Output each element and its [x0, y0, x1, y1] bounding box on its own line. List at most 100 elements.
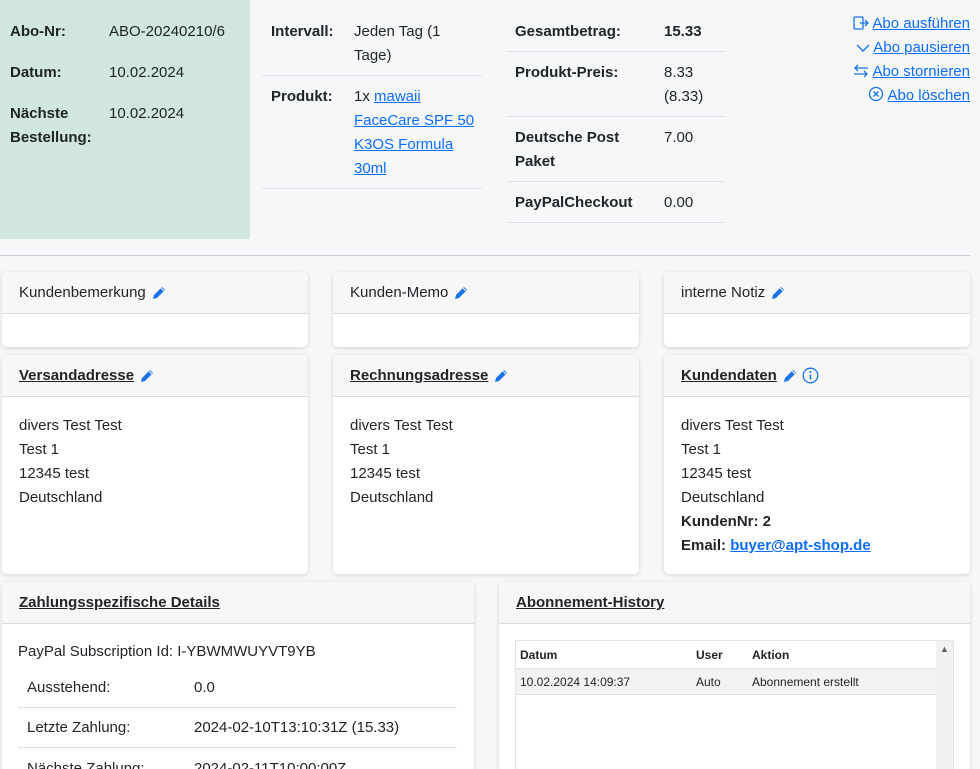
close-circle-icon: [869, 86, 884, 102]
payment-row-value: 2024-02-10T13:10:31Z (15.33): [194, 719, 400, 736]
produkt-label: Produkt:: [271, 88, 333, 105]
pause-subscription-label: Abo pausieren: [873, 39, 970, 56]
next-order-label-line2: Bestellung:: [10, 129, 92, 146]
customer-memo-title: Kunden-Memo: [350, 284, 449, 301]
customer-country: Deutschland: [681, 489, 765, 506]
pencil-icon[interactable]: [770, 285, 786, 301]
column-header-datum[interactable]: Datum: [520, 648, 696, 662]
subscription-history-card: Abonnement-History Datum User Aktion 10.…: [499, 582, 970, 769]
internal-note-title: interne Notiz: [681, 284, 766, 301]
subscription-id-value: I-YBWMWUYVT9YB: [177, 643, 316, 660]
scroll-up-arrow-icon[interactable]: ▲: [936, 641, 953, 658]
produkt-qty: 1x: [354, 88, 370, 105]
payment-details-title: Zahlungsspezifische Details: [19, 594, 220, 611]
pause-subscription-link[interactable]: Abo pausieren: [853, 36, 970, 60]
column-header-user[interactable]: User: [696, 648, 752, 662]
pencil-icon[interactable]: [151, 285, 167, 301]
info-icon[interactable]: [802, 367, 819, 384]
preis-line1: 8.33: [664, 64, 694, 81]
section-divider: [0, 255, 970, 256]
shipping-address-title[interactable]: Versandadresse: [19, 367, 134, 384]
versand-value: 7.00: [664, 129, 694, 146]
product-link-line2[interactable]: FaceCare SPF 50: [354, 112, 474, 129]
address-street: Test 1: [350, 441, 391, 458]
card-header: Rechnungsadresse: [333, 355, 639, 397]
history-datum: 10.02.2024 14:09:37: [520, 674, 631, 689]
preis-line2: (8.33): [664, 88, 704, 105]
address-country: Deutschland: [350, 489, 434, 506]
customer-remark-card: Kundenbemerkung: [2, 272, 308, 347]
delete-subscription-link[interactable]: Abo löschen: [853, 84, 970, 108]
pencil-icon[interactable]: [493, 368, 509, 384]
customer-data-card: Kundendaten divers Test Test Test 1 1234…: [664, 355, 970, 574]
intervall-line1: Jeden Tag (1: [354, 23, 441, 40]
divider: [262, 188, 482, 189]
gesamt-value: 15.33: [664, 23, 702, 40]
billing-address-body: divers Test Test Test 1 12345 test Deuts…: [333, 397, 639, 527]
abo-nr-label: Abo-Nr:: [10, 23, 66, 40]
payment-row: Nächste Zahlung: 2024-02-11T10:00:00Z: [18, 748, 457, 769]
shipping-address-card: Versandadresse divers Test Test Test 1 1…: [2, 355, 308, 574]
paypal-value: 0.00: [664, 194, 694, 211]
billing-address-title[interactable]: Rechnungsadresse: [350, 367, 488, 384]
address-city: 12345 test: [19, 465, 90, 482]
divider: [262, 75, 482, 76]
payment-row-value: 2024-02-11T10:00:00Z: [194, 759, 347, 769]
next-order-label: Nächste Bestellung:: [10, 102, 92, 150]
pencil-icon[interactable]: [453, 285, 469, 301]
card-header: Kundendaten: [664, 355, 970, 397]
customer-memo-card: Kunden-Memo: [333, 272, 639, 347]
history-action: Abonnement erstellt: [752, 674, 859, 689]
history-user: Auto: [696, 674, 721, 689]
customer-data-title[interactable]: Kundendaten: [681, 367, 777, 384]
cancel-subscription-link[interactable]: Abo stornieren: [853, 60, 970, 84]
divider: [507, 51, 725, 52]
card-header: Kunden-Memo: [333, 272, 639, 314]
pencil-icon[interactable]: [782, 368, 798, 384]
datum-value: 10.02.2024: [109, 64, 185, 81]
history-scroll-container[interactable]: Datum User Aktion 10.02.2024 14:09:37 Au…: [515, 640, 954, 769]
payment-row-value: 0.0: [194, 679, 215, 696]
history-scrollbar[interactable]: ▲ ▼: [936, 641, 953, 769]
payment-details-body: PayPal Subscription Id: I-YBWMWUYVT9YB A…: [2, 624, 474, 769]
payment-row-key: Letzte Zahlung:: [27, 719, 131, 736]
customer-email-link[interactable]: buyer@apt-shop.de: [730, 537, 870, 554]
internal-note-card: interne Notiz: [664, 272, 970, 347]
run-subscription-label: Abo ausführen: [872, 15, 970, 32]
column-header-aktion[interactable]: Aktion: [752, 648, 953, 662]
payment-details-card: Zahlungsspezifische Details PayPal Subsc…: [2, 582, 474, 769]
payment-row-key: Nächste Zahlung:: [27, 759, 145, 769]
customer-name: divers Test Test: [681, 417, 784, 434]
versand-label-line1: Deutsche Post: [515, 129, 620, 146]
product-link[interactable]: mawaii: [374, 88, 421, 105]
table-row[interactable]: 10.02.2024 14:09:37 Auto Abonnement erst…: [516, 669, 953, 695]
address-street: Test 1: [19, 441, 60, 458]
versand-label: Deutsche Post Paket: [515, 126, 619, 174]
history-table: Datum User Aktion 10.02.2024 14:09:37 Au…: [516, 641, 953, 695]
subscription-id-label: PayPal Subscription Id:: [18, 643, 174, 660]
card-header: Zahlungsspezifische Details: [2, 582, 474, 624]
produkt-value: 1x mawaii FaceCare SPF 50 K3OS Formula 3…: [354, 85, 474, 181]
customer-city: 12345 test: [681, 465, 752, 482]
card-header: Versandadresse: [2, 355, 308, 397]
next-order-label-line1: Nächste: [10, 105, 69, 122]
scroll-down-arrow-icon[interactable]: ▼: [936, 764, 953, 769]
run-subscription-link[interactable]: Abo ausführen: [853, 12, 970, 36]
product-link-line4[interactable]: 30ml: [354, 160, 387, 177]
paypal-label: PayPalCheckout: [515, 194, 633, 211]
payment-row: Ausstehend: 0.0: [18, 668, 457, 708]
datum-label: Datum:: [10, 64, 62, 81]
history-table-header: Datum User Aktion: [516, 641, 953, 669]
product-link-line3[interactable]: K3OS Formula: [354, 136, 453, 153]
payment-row-key: Ausstehend:: [27, 679, 111, 696]
customer-remark-title: Kundenbemerkung: [19, 284, 146, 301]
preis-label: Produkt-Preis:: [515, 64, 619, 81]
customer-street: Test 1: [681, 441, 722, 458]
preis-value: 8.33 (8.33): [664, 61, 703, 109]
versand-label-line2: Paket: [515, 153, 556, 170]
customer-number: KundenNr: 2: [681, 513, 771, 530]
abo-nr-value: ABO-20240210/6: [109, 23, 225, 40]
address-name: divers Test Test: [350, 417, 453, 434]
email-label: Email:: [681, 537, 727, 554]
pencil-icon[interactable]: [139, 368, 155, 384]
